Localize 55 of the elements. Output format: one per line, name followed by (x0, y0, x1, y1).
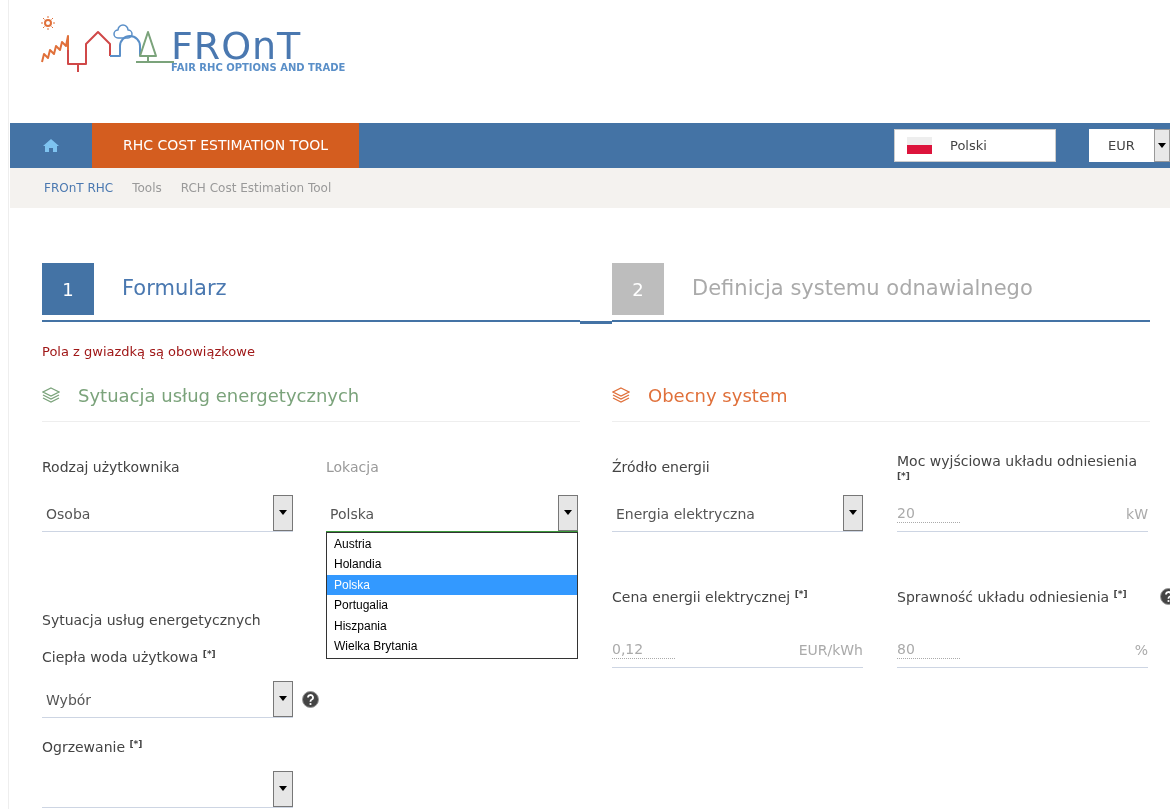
caret-icon (1158, 143, 1166, 148)
caret-icon (849, 510, 857, 515)
input-field[interactable]: 0,12 (612, 639, 675, 659)
dropdown-option[interactable]: Austria (327, 533, 577, 554)
currency-select[interactable]: EUR (1089, 129, 1170, 162)
section-title: Obecny system (648, 383, 788, 408)
step-title[interactable]: Formularz (122, 273, 227, 305)
language-value: Polski (950, 136, 987, 155)
unit-label: % (1134, 640, 1148, 659)
select-value: Wybór (45, 690, 93, 710)
unit-label: kW (1126, 504, 1148, 523)
field-label: Cena energii elektrycznej $^{[*]}$ (612, 587, 809, 607)
select-value: Polska (329, 504, 376, 524)
subheading: Sytuacja usług energetycznych (42, 610, 261, 630)
language-select[interactable]: Polski (894, 129, 1056, 162)
caret-icon (279, 696, 287, 701)
select-field[interactable] (42, 771, 293, 808)
caret-icon (279, 786, 287, 791)
field-label: Ogrzewanie $^{[*]}$ (42, 737, 144, 756)
field-label: Źródło energii (612, 457, 711, 477)
select-field[interactable]: Wybór (42, 681, 293, 718)
layers-icon (42, 387, 60, 403)
currency-value: EUR (1107, 136, 1136, 155)
select-value: Energia elektryczna (615, 504, 756, 524)
required-note: Pola z gwiazdką są obowiązkowe (42, 343, 256, 361)
dropdown-button[interactable] (558, 494, 578, 531)
caret-icon (564, 510, 572, 515)
section-title: Sytuacja usług energetycznych (78, 383, 360, 408)
help-icon[interactable] (302, 691, 319, 708)
input-field[interactable]: 80 (897, 639, 960, 659)
flag-icon (907, 137, 932, 154)
layers-icon (612, 387, 630, 403)
breadcrumb-item[interactable]: FROnT RHC (44, 179, 114, 197)
field-label: Sprawność układu odniesienia $^{[*]}$ (897, 587, 1127, 606)
tool-tab[interactable]: RHC COST ESTIMATION TOOL (92, 123, 360, 168)
select-value: Osoba (45, 504, 92, 524)
select-field[interactable]: Polska (326, 495, 578, 532)
dropdown-button[interactable] (843, 494, 863, 531)
dropdown-button[interactable] (1154, 129, 1170, 162)
home-icon[interactable] (43, 139, 59, 152)
dropdown-option[interactable]: Hiszpania (327, 615, 577, 636)
caret-icon (279, 510, 287, 515)
dropdown-option[interactable]: Holandia (327, 554, 577, 575)
unit-label: EUR/kWh (798, 640, 863, 659)
dropdown-option[interactable]: Wielka Brytania (327, 636, 577, 657)
dropdown-button[interactable] (273, 494, 293, 531)
dropdown-button[interactable] (273, 770, 293, 807)
select-field[interactable]: Energia elektryczna (612, 495, 863, 532)
input-field[interactable]: 20 (897, 503, 960, 523)
dropdown-button[interactable] (273, 680, 293, 717)
field-label: Rodzaj użytkownika (42, 457, 181, 477)
step-number[interactable]: 1 (42, 263, 94, 315)
dropdown-option[interactable]: Portugalia (327, 595, 577, 616)
field-label: Lokacja (326, 457, 380, 477)
select-field[interactable]: Osoba (42, 495, 293, 532)
